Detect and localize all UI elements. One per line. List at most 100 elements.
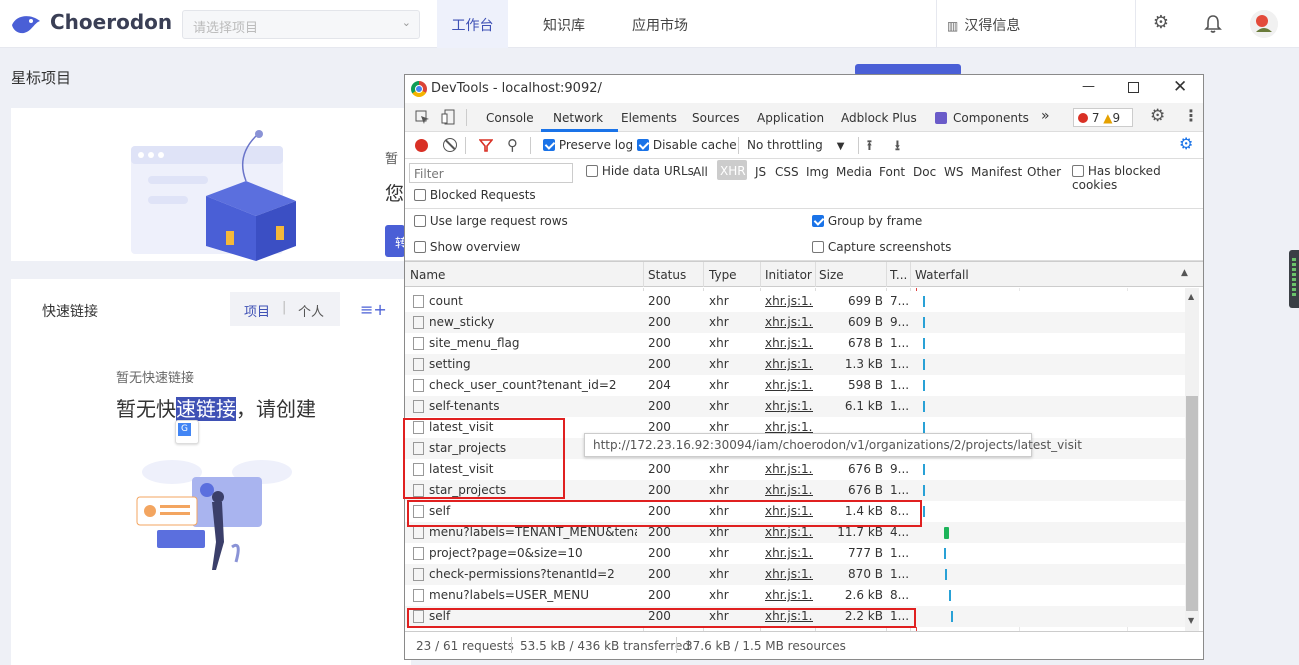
minimize-icon[interactable]: — — [1082, 79, 1095, 94]
request-initiator[interactable]: xhr.js:1... — [765, 294, 813, 308]
request-type: xhr — [709, 357, 729, 371]
table-row[interactable]: project?page=0&size=10 200 xhr xhr.js:1... 7… — [405, 543, 1185, 564]
quick-tab-personal[interactable]: 个人 — [298, 301, 324, 320]
scrollbar-thumb[interactable] — [1186, 396, 1198, 611]
filter-type-ws[interactable]: WS — [944, 165, 963, 179]
inspect-element-icon[interactable] — [415, 110, 430, 125]
filter-type-css[interactable]: CSS — [775, 165, 799, 179]
tab-workbench[interactable]: 工作台 — [437, 0, 508, 48]
network-settings-gear-icon[interactable]: ⚙ — [1179, 134, 1193, 153]
col-initiator[interactable]: Initiator — [765, 268, 812, 282]
request-initiator[interactable]: xhr.js:1... — [765, 567, 813, 581]
large-rows-checkbox[interactable]: Use large request rows — [414, 214, 568, 228]
col-size[interactable]: Size — [819, 268, 844, 282]
add-link-icon[interactable]: ≡+ — [360, 300, 387, 319]
translate-popup-icon[interactable]: G — [175, 420, 199, 444]
scroll-up-icon[interactable]: ▲ — [1188, 292, 1194, 301]
more-tabs-icon[interactable]: » — [1041, 108, 1050, 124]
project-select[interactable]: 请选择项目 ⌄ — [182, 10, 420, 39]
request-initiator[interactable]: xhr.js:1... — [765, 315, 813, 329]
request-name: self-tenants — [429, 399, 500, 413]
request-initiator[interactable]: xhr.js:1... — [765, 357, 813, 371]
col-status[interactable]: Status — [648, 268, 686, 282]
show-overview-checkbox[interactable]: Show overview — [414, 240, 520, 254]
import-har-icon[interactable]: ⭱ — [867, 135, 872, 159]
starred-action-button[interactable]: 转 — [385, 225, 407, 257]
capture-screenshots-checkbox[interactable]: Capture screenshots — [812, 240, 951, 254]
group-by-frame-checkbox[interactable]: Group by frame — [812, 214, 922, 228]
has-blocked-cookies-checkbox[interactable]: Has blocked cookies — [1072, 164, 1203, 192]
request-initiator[interactable]: xhr.js:1... — [765, 588, 813, 602]
table-row[interactable]: self-tenants 200 xhr xhr.js:1... 6.1 kB 1... — [405, 396, 1185, 417]
empty-title-part-2: ，请创建 — [236, 397, 316, 421]
tab-knowledge[interactable]: 知识库 — [528, 0, 600, 48]
request-initiator[interactable]: xhr.js:1... — [765, 483, 813, 497]
tab-components[interactable]: Components — [953, 111, 1029, 125]
user-avatar[interactable] — [1250, 10, 1278, 38]
request-initiator[interactable]: xhr.js:1... — [765, 420, 813, 434]
search-icon[interactable]: ⚲ — [507, 136, 518, 154]
tab-sources[interactable]: Sources — [692, 111, 739, 125]
request-initiator[interactable]: xhr.js:1... — [765, 546, 813, 560]
side-widget[interactable] — [1289, 250, 1299, 308]
kebab-menu-icon[interactable]: ⋮ — [1183, 106, 1199, 125]
export-har-icon[interactable]: ⭳ — [895, 135, 900, 159]
brand-name[interactable]: Choerodon — [50, 10, 172, 34]
record-icon[interactable] — [415, 139, 428, 152]
filter-type-other[interactable]: Other — [1027, 165, 1061, 179]
clear-icon[interactable] — [443, 138, 457, 152]
filter-type-manifest[interactable]: Manifest — [971, 165, 1022, 179]
vertical-scrollbar[interactable]: ▲ ▼ — [1185, 288, 1199, 631]
tab-app-market[interactable]: 应用市场 — [620, 0, 700, 48]
col-time[interactable]: T... — [890, 268, 908, 282]
request-initiator[interactable]: xhr.js:1... — [765, 378, 813, 392]
tab-adblock-plus[interactable]: Adblock Plus — [841, 111, 917, 125]
preserve-log-checkbox[interactable]: Preserve log — [543, 138, 633, 152]
quick-tab-project[interactable]: 项目 — [244, 301, 270, 320]
scroll-down-icon[interactable]: ▼ — [1188, 616, 1194, 625]
filter-type-doc[interactable]: Doc — [913, 165, 936, 179]
tab-network[interactable]: Network — [553, 111, 603, 125]
col-name[interactable]: Name — [410, 268, 445, 282]
table-row[interactable]: count 200 xhr xhr.js:1... 699 B 7... — [405, 291, 1185, 312]
table-row[interactable]: menu?labels=USER_MENU 200 xhr xhr.js:1... 2.… — [405, 585, 1185, 606]
table-row[interactable]: check_user_count?tenant_id=2 204 xhr xhr.js… — [405, 375, 1185, 396]
col-type[interactable]: Type — [709, 268, 737, 282]
request-status: 200 — [648, 462, 671, 476]
network-settings-panel: Use large request rows Group by frame Sh… — [405, 209, 1203, 261]
table-row[interactable]: setting 200 xhr xhr.js:1... 1.3 kB 1... — [405, 354, 1185, 375]
filter-type-js[interactable]: JS — [755, 165, 766, 179]
table-row[interactable]: check-permissions?tenantId=2 200 xhr xhr.js… — [405, 564, 1185, 585]
request-initiator[interactable]: xhr.js:1... — [765, 462, 813, 476]
blocked-requests-checkbox[interactable]: Blocked Requests — [414, 188, 536, 202]
maximize-icon[interactable] — [1128, 82, 1139, 93]
table-row[interactable]: site_menu_flag 200 xhr xhr.js:1... 678 B 1... — [405, 333, 1185, 354]
sort-ascending-icon[interactable]: ▲ — [1181, 268, 1188, 278]
tab-elements[interactable]: Elements — [621, 111, 677, 125]
devtools-settings-gear-icon[interactable]: ⚙ — [1150, 106, 1165, 126]
filter-type-all[interactable]: All — [693, 165, 708, 179]
bell-icon[interactable] — [1203, 14, 1223, 34]
filter-type-img[interactable]: Img — [806, 165, 829, 179]
filter-icon[interactable] — [479, 139, 493, 152]
request-initiator[interactable]: xhr.js:1... — [765, 336, 813, 350]
filter-input[interactable]: Filter — [409, 163, 573, 183]
tab-console[interactable]: Console — [486, 111, 534, 125]
filter-type-media[interactable]: Media — [836, 165, 872, 179]
filter-type-xhr[interactable]: XHR — [717, 160, 747, 180]
request-initiator[interactable]: xhr.js:1... — [765, 399, 813, 413]
project-select-placeholder: 请选择项目 — [193, 21, 259, 36]
table-row[interactable]: new_sticky 200 xhr xhr.js:1... 609 B 9... — [405, 312, 1185, 333]
issues-counter[interactable]: 7 ▲9 — [1073, 108, 1133, 127]
request-initiator[interactable]: xhr.js:1... — [765, 525, 813, 539]
close-icon[interactable]: ✕ — [1173, 77, 1187, 97]
organization-switcher[interactable]: ▥ 汉得信息 — [936, 0, 1136, 48]
disable-cache-checkbox[interactable]: Disable cache — [637, 138, 737, 152]
throttling-select[interactable]: No throttling ▼ — [747, 138, 844, 152]
device-toolbar-icon[interactable] — [441, 109, 457, 125]
hide-data-urls-checkbox[interactable]: Hide data URLs — [586, 164, 694, 178]
filter-type-font[interactable]: Font — [879, 165, 905, 179]
col-waterfall[interactable]: Waterfall — [915, 268, 969, 282]
settings-gear-icon[interactable]: ⚙ — [1149, 12, 1173, 36]
tab-application[interactable]: Application — [757, 111, 824, 125]
